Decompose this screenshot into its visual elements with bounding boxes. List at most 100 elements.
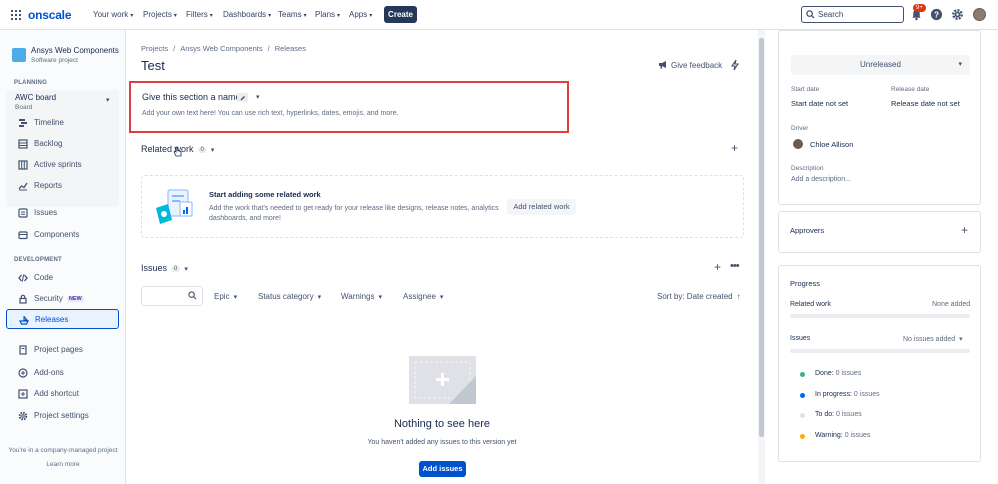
- more-options-icon[interactable]: •••: [730, 260, 740, 272]
- sidebar-item-issues[interactable]: Issues: [6, 203, 119, 223]
- add-placeholder-icon: [409, 356, 476, 404]
- issues-heading[interactable]: Issues 0 ▾: [141, 263, 188, 273]
- legend-warning: Warning: 0 issues: [800, 432, 870, 439]
- filter-epic[interactable]: Epic ▾: [214, 292, 237, 301]
- chevron-down-icon[interactable]: ▾: [184, 266, 188, 273]
- sort-dropdown[interactable]: Sort by: Date created ↑: [657, 292, 741, 301]
- breadcrumb-projects[interactable]: Projects: [141, 44, 168, 53]
- company-managed-note: You're in a company-managed project: [8, 447, 118, 454]
- chevron-down-icon[interactable]: ▾: [256, 93, 260, 101]
- description-label: Description: [791, 165, 824, 172]
- breadcrumb: Projects / Ansys Web Components / Releases: [141, 44, 306, 53]
- sidebar-item-backlog[interactable]: Backlog: [6, 134, 119, 154]
- nav-teams[interactable]: Teams ▾: [278, 10, 307, 19]
- svg-text:?: ?: [934, 9, 939, 19]
- sidebar-item-components[interactable]: Components: [6, 225, 119, 245]
- nav-dashboards[interactable]: Dashboards ▾: [223, 10, 271, 19]
- app-switcher-icon[interactable]: [11, 10, 21, 20]
- add-related-plus-icon[interactable]: +: [731, 141, 738, 155]
- project-sidebar: Ansys Web Components Software project PL…: [0, 30, 126, 484]
- filter-status-category[interactable]: Status category ▾: [258, 292, 321, 301]
- board-columns-icon: [18, 160, 28, 170]
- release-status-dropdown[interactable]: Unreleased ▾: [791, 55, 970, 75]
- filter-warnings[interactable]: Warnings ▾: [341, 292, 382, 301]
- driver-label: Driver: [791, 125, 809, 132]
- start-date-field[interactable]: Start date not set: [791, 99, 848, 108]
- project-avatar-icon: [12, 48, 26, 62]
- related-empty-description: Add the work that's needed to get ready …: [209, 205, 499, 222]
- sidebar-item-reports[interactable]: Reports: [6, 176, 119, 196]
- sidebar-item-active-sprints[interactable]: Active sprints: [6, 155, 119, 175]
- sidebar-item-project-settings[interactable]: Project settings: [6, 406, 119, 426]
- issues-count-badge: 0: [171, 266, 181, 272]
- edit-pencil-icon[interactable]: [237, 93, 248, 102]
- section-name-title[interactable]: Give this section a name: [142, 92, 241, 102]
- description-field[interactable]: Add a description...: [791, 176, 851, 183]
- legend-done: Done: 0 issues: [800, 370, 861, 377]
- add-issues-button[interactable]: Add issues: [419, 461, 466, 477]
- give-feedback-button[interactable]: Give feedback: [658, 60, 722, 70]
- add-approver-plus-icon[interactable]: +: [961, 223, 968, 237]
- sidebar-item-project-pages[interactable]: Project pages: [6, 340, 119, 360]
- main-content: Projects / Ansys Web Components / Releases T…: [126, 30, 758, 484]
- sidebar-item-add-ons[interactable]: Add-ons: [6, 363, 119, 383]
- sidebar-item-code[interactable]: Code: [6, 268, 119, 288]
- progress-heading: Progress: [790, 279, 821, 288]
- empty-state-illustration: [409, 356, 476, 404]
- related-empty-title: Start adding some related work: [209, 190, 321, 199]
- legend-in-progress: In progress: 0 issues: [800, 391, 880, 398]
- issues-progress-bar: [790, 349, 970, 353]
- sidebar-item-timeline[interactable]: Timeline: [6, 113, 119, 133]
- nav-your-work[interactable]: Your work ▾: [93, 10, 133, 19]
- related-work-progress-label: Related work: [790, 301, 831, 308]
- chevron-down-icon[interactable]: ▾: [106, 96, 110, 104]
- sidebar-item-add-shortcut[interactable]: Add shortcut: [6, 384, 119, 404]
- sidebar-item-releases[interactable]: Releases: [6, 309, 119, 329]
- issues-progress-dropdown[interactable]: No issues added ▾: [903, 335, 963, 343]
- board-selector[interactable]: AWC board: [15, 93, 56, 102]
- search-icon: [806, 10, 815, 19]
- cursor-hand-icon: [173, 146, 182, 157]
- scrollbar-thumb[interactable]: [759, 38, 764, 437]
- chevron-down-icon[interactable]: ▾: [211, 147, 215, 154]
- breadcrumb-releases[interactable]: Releases: [275, 44, 306, 53]
- approvers-heading: Approvers: [790, 226, 825, 235]
- section-description[interactable]: Add your own text here! You can use rich…: [142, 110, 398, 117]
- legend-to-do: To do: 0 issues: [800, 411, 862, 418]
- create-button[interactable]: Create: [384, 6, 417, 23]
- driver-field[interactable]: Chloe Allison: [810, 140, 853, 149]
- board-type: Board: [15, 104, 33, 111]
- settings-gear-icon[interactable]: [951, 8, 964, 21]
- help-icon[interactable]: ?: [930, 8, 943, 21]
- search-icon: [188, 291, 197, 300]
- learn-more-link[interactable]: Learn more: [0, 461, 126, 468]
- project-type: Software project: [31, 57, 78, 64]
- related-work-illustration: [156, 189, 193, 224]
- to-do-dot-icon: [800, 413, 805, 418]
- release-date-field[interactable]: Release date not set: [891, 99, 960, 108]
- section-highlight-box: [129, 81, 569, 133]
- breadcrumb-project[interactable]: Ansys Web Components: [180, 44, 262, 53]
- project-name[interactable]: Ansys Web Components: [31, 46, 119, 55]
- sidebar-item-security[interactable]: Security NEW: [6, 289, 119, 309]
- nav-plans[interactable]: Plans ▾: [315, 10, 340, 19]
- backlog-icon: [18, 139, 28, 149]
- search-input[interactable]: Search: [801, 6, 904, 23]
- nav-projects[interactable]: Projects ▾: [143, 10, 177, 19]
- issues-icon: [18, 208, 28, 218]
- add-related-work-button[interactable]: Add related work: [507, 199, 576, 215]
- issues-search-input[interactable]: [141, 286, 203, 306]
- automation-bolt-icon[interactable]: [730, 59, 740, 71]
- gear-icon: [18, 411, 28, 421]
- related-work-progress-value: None added: [932, 301, 971, 308]
- nav-filters[interactable]: Filters ▾: [186, 10, 213, 19]
- filter-assignee[interactable]: Assignee ▾: [403, 292, 443, 301]
- logo[interactable]: onscale: [28, 8, 71, 22]
- user-avatar[interactable]: [973, 8, 986, 21]
- page-title[interactable]: Test: [141, 58, 165, 73]
- nav-apps[interactable]: Apps ▾: [349, 10, 372, 19]
- timeline-icon: [19, 119, 27, 127]
- add-issue-plus-icon[interactable]: +: [714, 260, 721, 274]
- warning-dot-icon: [800, 434, 805, 439]
- megaphone-icon: [659, 61, 666, 69]
